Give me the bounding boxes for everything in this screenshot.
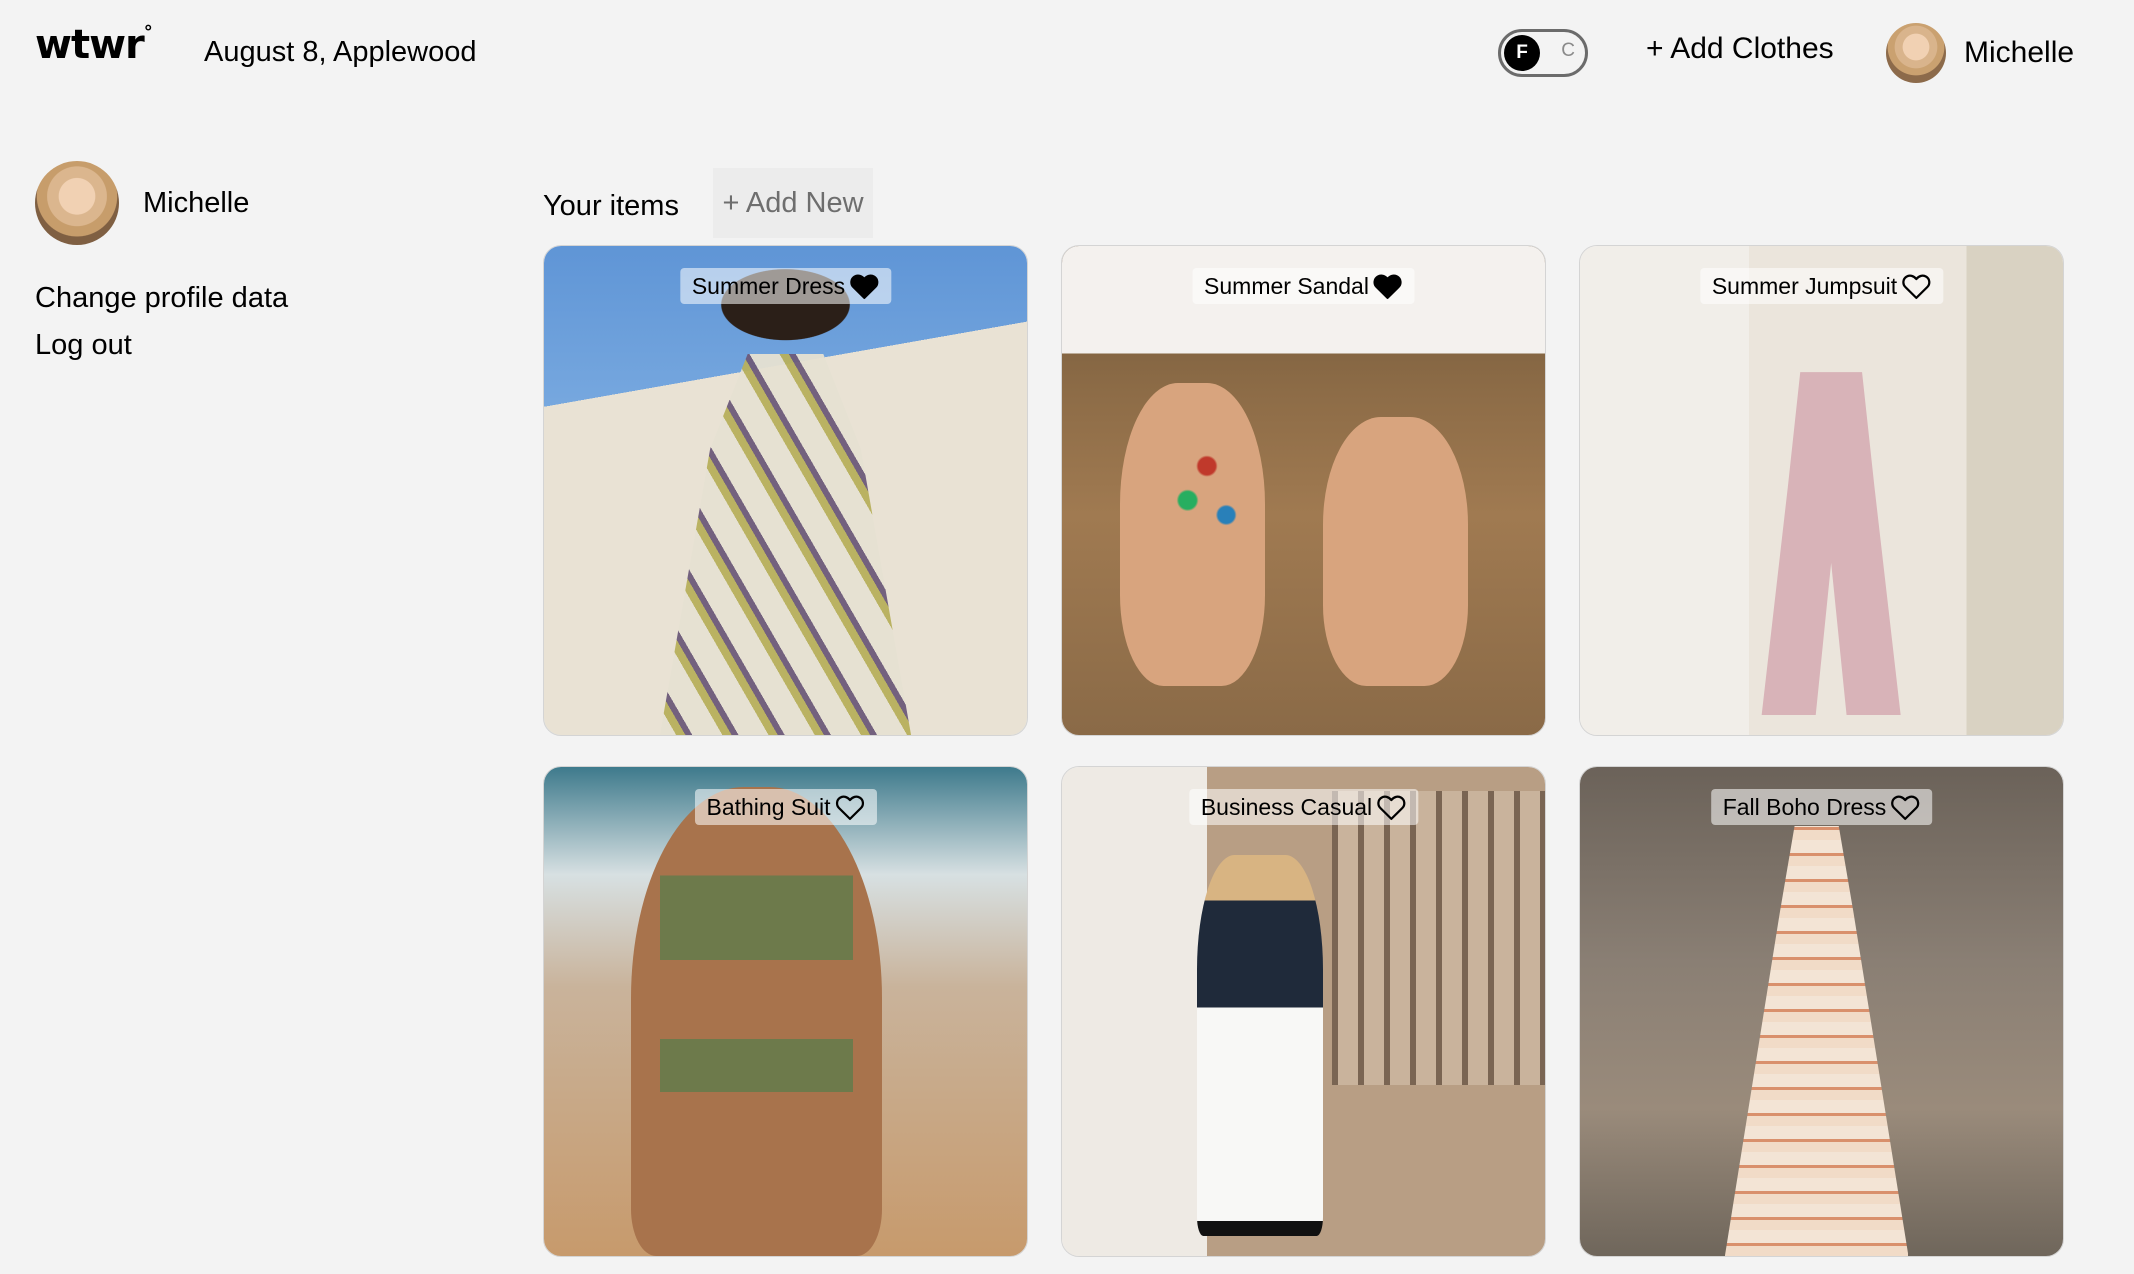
item-label: Fall Boho Dress xyxy=(1710,789,1933,825)
logout-link[interactable]: Log out xyxy=(35,329,288,362)
item-card[interactable]: Bathing Suit xyxy=(543,766,1028,1257)
change-profile-link[interactable]: Change profile data xyxy=(35,282,288,315)
item-image[interactable] xyxy=(1580,767,2063,1256)
temperature-unit-toggle[interactable]: F C xyxy=(1498,29,1588,77)
date-location: August 8, Applewood xyxy=(204,36,477,68)
item-name: Summer Jumpsuit xyxy=(1711,272,1898,299)
section-title: Your items xyxy=(543,190,679,222)
toggle-knob-fahrenheit: F xyxy=(1504,35,1540,71)
header-user-name[interactable]: Michelle xyxy=(1964,36,2074,70)
add-new-button[interactable]: + Add New xyxy=(713,168,873,238)
item-name: Summer Dress xyxy=(691,272,846,299)
heart-outline-icon[interactable] xyxy=(1376,793,1406,821)
item-name: Business Casual xyxy=(1200,793,1373,820)
item-image[interactable] xyxy=(1580,246,2063,735)
item-label: Summer Jumpsuit xyxy=(1699,268,1944,304)
item-card[interactable]: Fall Boho Dress xyxy=(1579,766,2064,1257)
swimsuit-shape xyxy=(659,864,854,1129)
profile-links: Change profile data Log out xyxy=(35,282,288,376)
item-card[interactable]: Summer Dress xyxy=(543,245,1028,736)
add-clothes-button[interactable]: + Add Clothes xyxy=(1646,32,1834,66)
item-card[interactable]: Business Casual xyxy=(1061,766,1546,1257)
item-image[interactable] xyxy=(544,767,1027,1256)
app-logo[interactable]: wtwr° xyxy=(35,22,153,68)
toggle-celsius-label: C xyxy=(1561,40,1575,61)
heart-outline-icon[interactable] xyxy=(1890,793,1920,821)
item-label: Bathing Suit xyxy=(694,789,877,825)
item-image[interactable] xyxy=(544,246,1027,735)
heart-outline-icon[interactable] xyxy=(835,793,865,821)
heart-filled-icon[interactable] xyxy=(1373,272,1403,300)
item-image[interactable] xyxy=(1062,246,1545,735)
app-header: wtwr° August 8, Applewood F C + Add Clot… xyxy=(0,0,2134,110)
header-avatar[interactable] xyxy=(1886,23,1946,83)
sandal-beads xyxy=(1062,246,1545,735)
heart-filled-icon[interactable] xyxy=(849,272,879,300)
item-image[interactable] xyxy=(1062,767,1545,1256)
item-label: Summer Sandal xyxy=(1192,268,1415,304)
item-name: Bathing Suit xyxy=(706,793,831,820)
item-name: Fall Boho Dress xyxy=(1722,793,1887,820)
item-name: Summer Sandal xyxy=(1204,272,1369,299)
heart-outline-icon[interactable] xyxy=(1901,272,1931,300)
item-card[interactable]: Summer Sandal xyxy=(1061,245,1546,736)
profile-avatar xyxy=(35,161,119,245)
item-label: Summer Dress xyxy=(679,268,892,304)
item-label: Business Casual xyxy=(1188,789,1419,825)
profile-name: Michelle xyxy=(143,187,250,219)
item-card[interactable]: Summer Jumpsuit xyxy=(1579,245,2064,736)
